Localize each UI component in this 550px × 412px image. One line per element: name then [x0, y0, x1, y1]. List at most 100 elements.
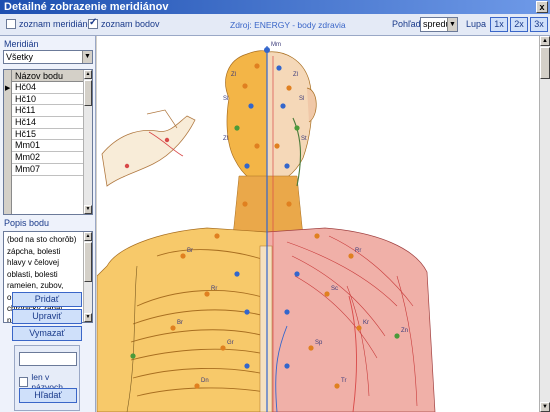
points-header[interactable]: Názov bodu: [12, 70, 85, 82]
point-marker[interactable]: [308, 345, 314, 351]
point-label: Br: [187, 248, 193, 254]
point-marker[interactable]: [284, 163, 290, 169]
point-marker[interactable]: [334, 383, 340, 389]
scroll-down-icon[interactable]: ▼: [84, 205, 92, 214]
meridian-list-checkbox[interactable]: [6, 19, 16, 29]
point-marker[interactable]: [248, 103, 254, 109]
point-label: St: [301, 136, 307, 142]
list-item[interactable]: Hč15: [12, 129, 85, 141]
point-marker[interactable]: [180, 253, 186, 259]
point-label: Zn: [401, 328, 408, 334]
point-marker[interactable]: [234, 125, 240, 131]
point-marker[interactable]: [286, 85, 292, 91]
point-marker[interactable]: [254, 63, 260, 69]
scroll-up-icon[interactable]: ▲: [540, 36, 550, 46]
point-marker[interactable]: [284, 363, 290, 369]
point-marker[interactable]: [324, 291, 330, 297]
figure-scrollbar[interactable]: ▲ ▼: [539, 36, 550, 412]
zoom-3x-button[interactable]: 3x: [530, 17, 548, 32]
point-marker[interactable]: [242, 201, 248, 207]
point-label: Dn: [201, 378, 209, 384]
point-label: Rr: [211, 286, 217, 292]
point-marker[interactable]: [254, 143, 260, 149]
point-marker[interactable]: [394, 333, 400, 339]
description-scrollbar[interactable]: ▲ ▼: [83, 232, 92, 322]
zoom-2x-button[interactable]: 2x: [510, 17, 528, 32]
scroll-down-icon[interactable]: ▼: [84, 313, 92, 322]
point-marker[interactable]: [170, 325, 176, 331]
point-list-toggle[interactable]: zoznam bodov: [88, 17, 160, 29]
edit-button[interactable]: Upraviť: [12, 309, 82, 324]
point-marker[interactable]: [220, 345, 226, 351]
point-marker[interactable]: [124, 163, 130, 169]
scroll-up-icon[interactable]: ▲: [84, 232, 92, 241]
meridian-select-value: Všetky: [6, 52, 34, 62]
point-label: Mm: [271, 42, 281, 48]
point-label: Zl: [231, 72, 236, 78]
scroll-thumb[interactable]: [540, 47, 550, 79]
point-label: Kr: [363, 320, 369, 326]
points-grid: ▶ Názov bodu Hč04 Hč10 Hč11 Hč14 Hč15 Mm…: [3, 69, 93, 215]
hand-outline: [146, 109, 178, 129]
scroll-thumb[interactable]: [84, 80, 92, 106]
list-item[interactable]: Hč11: [12, 105, 85, 118]
list-item[interactable]: Mm07: [12, 164, 85, 176]
point-marker[interactable]: [348, 253, 354, 259]
point-marker[interactable]: [274, 143, 280, 149]
list-item[interactable]: Hč04: [12, 82, 85, 94]
point-marker[interactable]: [264, 47, 270, 53]
delete-button[interactable]: Vymazať: [12, 326, 82, 341]
meridian-figure[interactable]: Mm Zl Zl Sl Sl St Zl Br Rr Rr Sc Br Kr G…: [97, 36, 539, 412]
point-marker[interactable]: [314, 233, 320, 239]
point-marker[interactable]: [244, 363, 250, 369]
sidebar: Meridián Všetky ▼ ▶ Názov bodu Hč04 Hč10…: [0, 36, 96, 412]
point-marker[interactable]: [214, 233, 220, 239]
names-only-checkbox[interactable]: [19, 377, 29, 387]
meridian-label: Meridián: [4, 39, 39, 49]
view-label: Pohľad: [392, 19, 421, 29]
list-item[interactable]: Hč10: [12, 94, 85, 106]
point-marker[interactable]: [164, 137, 170, 143]
description-label: Popis bodu: [4, 218, 50, 228]
title-bar: Detailné zobrazenie meridiánov x: [0, 0, 550, 14]
add-button[interactable]: Pridať: [12, 292, 82, 307]
chevron-down-icon: ▼: [82, 51, 92, 63]
point-marker[interactable]: [244, 163, 250, 169]
current-row-icon: ▶: [5, 85, 11, 92]
list-item[interactable]: Mm02: [12, 152, 85, 164]
search-input[interactable]: [19, 352, 77, 366]
point-marker[interactable]: [204, 291, 210, 297]
points-scrollbar[interactable]: ▲ ▼: [83, 70, 92, 214]
point-marker[interactable]: [244, 309, 250, 315]
view-select[interactable]: spredu ▼: [420, 17, 458, 32]
close-icon: x: [539, 2, 545, 12]
point-list-label: zoznam bodov: [101, 19, 160, 29]
point-marker[interactable]: [294, 125, 300, 131]
scroll-up-icon[interactable]: ▲: [84, 70, 92, 79]
point-marker[interactable]: [294, 271, 300, 277]
meridian-list-label: zoznam meridiánov: [19, 19, 98, 29]
point-marker[interactable]: [284, 309, 290, 315]
search-panel: len v názvoch Hľadať: [14, 345, 80, 411]
point-list-checkbox[interactable]: [88, 17, 98, 29]
point-marker[interactable]: [242, 83, 248, 89]
point-marker[interactable]: [130, 353, 136, 359]
meridian-list-toggle[interactable]: zoznam meridiánov: [6, 19, 97, 29]
point-marker[interactable]: [234, 271, 240, 277]
source-label: Zdroj: ENERGY - body zdravia: [230, 20, 346, 30]
point-marker[interactable]: [356, 325, 362, 331]
zoom-label: Lupa: [466, 19, 487, 29]
point-marker[interactable]: [280, 103, 286, 109]
zoom-1x-button[interactable]: 1x: [490, 17, 508, 32]
scroll-thumb[interactable]: [84, 242, 92, 282]
point-marker[interactable]: [276, 65, 282, 71]
point-marker[interactable]: [194, 383, 200, 389]
close-button[interactable]: x: [536, 1, 548, 13]
meridian-select[interactable]: Všetky ▼: [3, 50, 93, 64]
scroll-down-icon[interactable]: ▼: [540, 402, 550, 412]
list-item[interactable]: Hč14: [12, 117, 85, 129]
list-item[interactable]: Mm01: [12, 140, 85, 153]
search-button[interactable]: Hľadať: [19, 388, 77, 403]
point-marker[interactable]: [286, 201, 292, 207]
body-illustration[interactable]: Mm Zl Zl Sl Sl St Zl Br Rr Rr Sc Br Kr G…: [97, 36, 539, 412]
